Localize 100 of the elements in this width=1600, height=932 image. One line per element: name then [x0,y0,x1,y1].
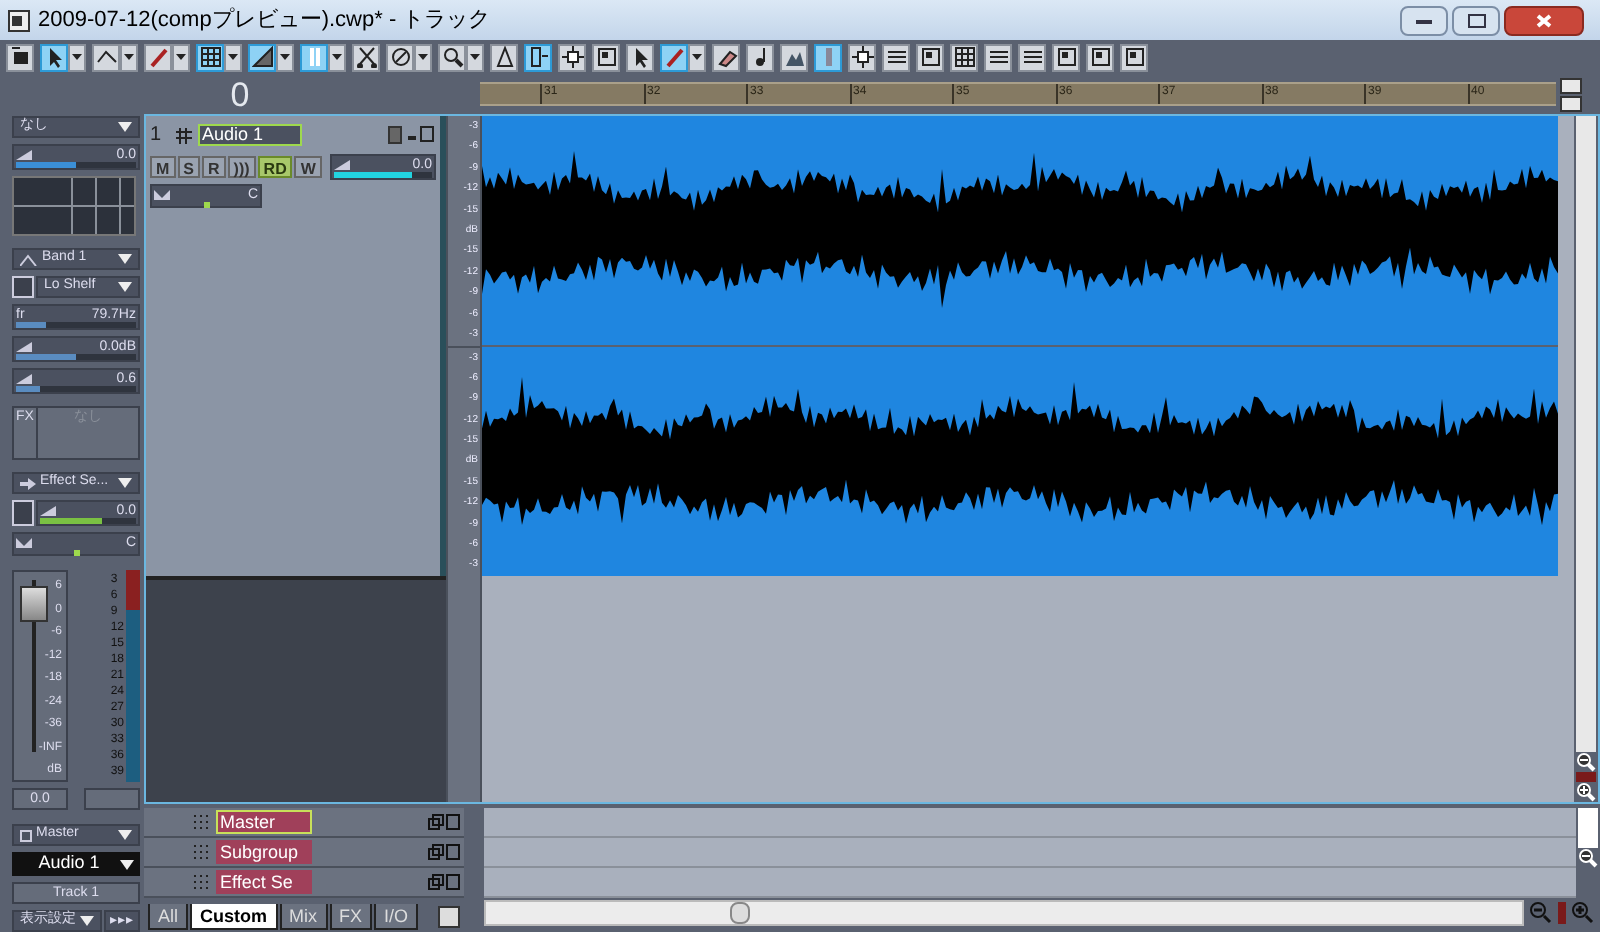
bus-row[interactable]: Effect Se [144,868,464,898]
grip-icon [192,874,210,890]
tool-button[interactable] [558,43,586,71]
caret-icon [280,54,290,60]
dropdown-button[interactable] [172,43,190,71]
search-icon [441,46,463,68]
snap-icon [251,46,273,68]
dropdown-button[interactable] [224,43,242,71]
tool-button[interactable] [524,43,552,71]
tool-button[interactable] [300,43,328,71]
tool-button[interactable] [916,43,944,71]
tab[interactable]: All [148,904,189,930]
track-toggle-button[interactable]: R [202,156,226,178]
scrollbar-thumb[interactable] [730,902,750,924]
caret-icon [118,122,132,132]
pencil-icon [663,46,685,68]
curve-icon [20,253,38,265]
caret-icon [72,54,82,60]
close-button[interactable] [1504,5,1584,35]
scissors-icon [355,46,377,68]
minimize-icon [1416,17,1432,23]
fan-icon [493,46,515,68]
dropdown-button[interactable] [120,43,138,71]
caret-icon [418,54,428,60]
caret-icon [332,54,342,60]
bus-name-field: Subgroup [216,840,312,864]
bus-row[interactable]: Subgroup [144,838,464,868]
tool-button[interactable] [712,43,740,71]
track-toggle-button[interactable]: M [150,156,176,178]
tool-button[interactable] [92,43,120,71]
lines-icon [987,46,1009,68]
window-controls-icon [388,126,436,144]
zoom-in-icon [1576,782,1596,802]
tool-button[interactable] [1086,43,1114,71]
caret-icon [118,478,132,488]
dropdown-button[interactable] [688,43,706,71]
vertical-scrollbar[interactable] [1576,116,1596,752]
tool-button[interactable] [1052,43,1080,71]
tool-button[interactable] [196,43,224,71]
track-toggle-button[interactable]: RD [257,156,293,178]
tool-button[interactable] [386,43,414,71]
tool-button[interactable] [1018,43,1046,71]
tab[interactable]: FX [329,904,373,930]
window-controls-icon [428,814,460,830]
minimize-button[interactable] [1400,5,1448,35]
menu-button[interactable] [438,906,460,928]
tool-button[interactable] [40,43,68,71]
tab[interactable]: Mix [279,904,328,930]
dropdown-button[interactable] [466,43,484,71]
dropdown-button[interactable] [68,43,86,71]
track-toggle-button[interactable]: S [177,156,201,178]
tool-button[interactable] [490,43,518,71]
frame-icon [919,46,941,68]
tool-button[interactable] [626,43,654,71]
track-number: 1 [150,122,164,150]
frame-icon [1123,46,1145,68]
zoom-level-icon [1576,772,1596,782]
restore-button[interactable] [1452,5,1500,35]
tool-button[interactable] [950,43,978,71]
dropdown-button[interactable] [328,43,346,71]
tool-button[interactable] [592,43,620,71]
crosshair-icon [561,46,583,68]
tool-button[interactable] [248,43,276,71]
track-toggle-button[interactable]: ))) [227,156,256,178]
send-checkbox[interactable] [12,500,34,526]
frame-icon [595,46,617,68]
add-button[interactable] [1560,95,1582,111]
layout-button[interactable] [1560,77,1582,93]
bus-row[interactable]: Master [144,808,464,838]
caret-icon [118,830,132,840]
app-icon [8,9,30,31]
dropdown-button[interactable] [276,43,294,71]
caret-icon [692,54,702,60]
track-dropdown[interactable]: Audio 1 [12,852,140,876]
vertical-scrollbar[interactable] [1578,808,1598,848]
zoom-controls-icon [1528,900,1596,926]
eq-checkbox[interactable] [12,276,34,298]
tool-button[interactable] [438,43,466,71]
restore-icon [1467,13,1485,27]
tab[interactable]: Custom [190,904,278,930]
track-name-field[interactable]: Audio 1 [198,124,302,146]
tool-button[interactable] [984,43,1012,71]
tool-button[interactable] [848,43,876,71]
frame-icon [1089,46,1111,68]
tool-button[interactable] [882,43,910,71]
caret-icon [228,54,238,60]
bus-name-field: Master [216,810,312,834]
horizontal-scrollbar[interactable] [484,900,1524,926]
caret-icon [80,916,94,926]
tool-button[interactable] [352,43,380,71]
pan-icon [154,189,170,199]
tool-button[interactable] [1120,43,1148,71]
tab[interactable]: I/O [374,904,419,930]
tool-button[interactable] [746,43,774,71]
caret-icon [118,254,132,264]
dropdown-button[interactable] [414,43,432,71]
zoom-out-icon [1576,752,1596,772]
grid-icon [199,46,221,68]
track-toggle-button[interactable]: W [294,156,322,178]
tool-button[interactable] [6,43,34,71]
